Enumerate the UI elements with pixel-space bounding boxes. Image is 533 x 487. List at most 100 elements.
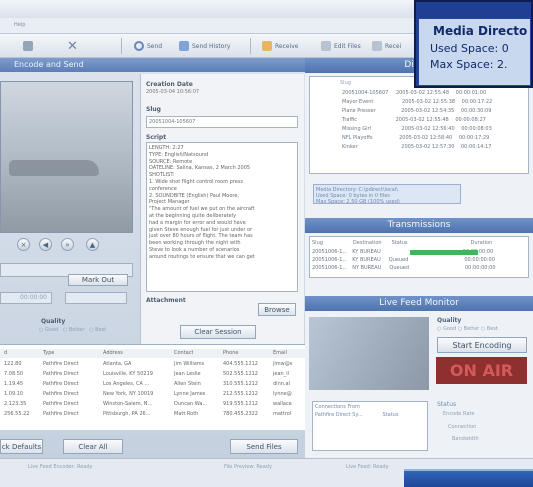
script-line: Steve to look a number of scenarios [149,246,240,253]
table-row[interactable]: 122.80 Pathfire Direct Atlanta, GA Jim Will… [0,360,305,369]
time-input-secondary[interactable] [65,292,127,304]
contacts-header-row: d Type Address Contact Phone Email [0,349,305,358]
list-item[interactable]: Traffic 2005-03-02 12:55:48 00:00:08:27 [342,116,486,124]
application-window: Help ✕ Send Send History Receive Edit Fi… [0,0,533,487]
script-line: 2. SOUNDBITE (English) Paul Moore, [149,192,240,199]
media-directory-popup: Media Directo Used Space: 0 Max Space: 2… [414,0,533,88]
send-button[interactable]: Send [134,39,162,53]
list-item[interactable]: Mayor Event 2005-03-02 12:55:38 00:00:17… [342,98,492,106]
used-space-label: Used Space: 0 [430,42,509,55]
browse-button[interactable]: Browse [258,303,296,316]
table-row[interactable]: 1.19.45 Pathfire Direct Los Angeles, CA ..… [0,380,305,389]
live-feed-quality-label: Quality [437,317,462,324]
list-item[interactable]: 20051004-105607 2005-03-02 12:55:48 00:0… [342,89,486,97]
encode-send-header: Encode and Send [0,58,305,72]
send-files-button[interactable]: Send Files [230,439,298,454]
quality-options[interactable]: ○ Good ○ Better ○ Best [39,327,106,333]
bandwidth-label: Bandwidth [452,436,479,442]
eject-icon[interactable]: ▲ [86,238,99,251]
toolbar-separator [250,38,251,54]
live-feed-header: Live Feed Monitor [305,296,533,311]
script-line: SHOTLIST: [149,172,175,179]
quality-label: Quality [41,318,66,325]
script-line: been working through the night with [149,240,241,247]
send-icon [134,41,144,51]
live-feed-status: Live Feed: Ready [346,464,389,470]
script-line: conference [149,185,177,192]
encoder-status: Live Feed Encoder: Ready [28,464,93,470]
slug-label: Slug [146,106,161,113]
send-history-button[interactable]: Send History [179,39,230,53]
media-directory-popup-body: Media Directo Used Space: 0 Max Space: 2… [418,18,531,86]
slug-input[interactable]: 20051004-105607 [146,116,298,128]
creation-date-value: 2005-03-04 10:56:07 [146,89,200,95]
attachment-label: Attachment [146,297,186,304]
list-item[interactable]: Missing Girl 2005-03-02 12:56:40 00:00:0… [342,125,492,133]
airplane-image [9,160,99,176]
play-icon[interactable]: ◀ [39,238,52,251]
list-item[interactable]: NFL Playoffs 2005-03-02 12:58:40 00:00:1… [342,134,489,142]
table-row[interactable]: 7.08.50 Pathfire Direct Louisville, KY 502… [0,370,305,379]
close-icon[interactable]: ✕ [67,39,78,54]
script-line: DATELINE: Salina, Kansas, 2 March 2005 [149,165,251,172]
connection-label: Connection [448,424,477,430]
list-item[interactable]: Kinker 2005-03-02 12:57:30 00:00:14:17 [342,143,492,151]
video-preview [0,81,133,233]
on-air-indicator: ON AIR [436,357,527,384]
mark-out-button[interactable]: Mark Out [68,274,128,286]
preview-status: File Preview: Ready [224,464,272,470]
status-label: Status [437,401,457,408]
live-feed-quality-options[interactable]: ○ Good ○ Better ○ Best [437,326,498,332]
check-defaults-button[interactable]: ck Defaults [0,439,43,454]
media-directory-info: Media Directory: C:\pdirect\local\ Used S… [313,184,461,205]
script-line: 1. Wide shot flight control room press [149,178,244,185]
script-line: SOURCE: Remote [149,158,193,165]
connections-panel: Connections From Pathfire Direct Sy... Sta… [312,401,428,451]
script-line: "The amount of fuel we put on the aircra… [149,206,255,213]
rewind-icon[interactable]: × [17,238,30,251]
receive-button[interactable]: Receive [262,39,299,53]
script-line: at the beginning quite deliberately [149,212,237,219]
transport-controls: × ◀ » ▲ [0,238,133,254]
table-row[interactable]: 20051006-1... NY BUREAU Queued 00:00:00:00 [312,264,496,272]
history-icon [179,41,189,51]
script-label: Script [146,134,167,141]
toolbar-doc-icon[interactable] [23,39,33,53]
transmissions-header-row: Slug Destination Status Duration [312,240,493,246]
script-line: had a margin for error and would have [149,219,246,226]
media-directory-title: Media Directo [433,24,528,38]
progress-bar [410,250,478,255]
clear-session-button[interactable]: Clear Session [180,325,256,339]
receive-icon [262,41,272,51]
transmissions-header: Transmissions [305,218,533,233]
table-row[interactable]: 256.55.22 Pathfire Direct Pittsburgh, PA 2… [0,410,305,419]
script-line: around routings to ensure that we can ge… [149,253,255,260]
creation-date-label: Creation Date [146,81,193,88]
receive-secondary-button[interactable]: Recei [372,39,401,53]
receive-secondary-icon [372,41,382,51]
encode-rate-label: Encode Rate [443,411,475,417]
max-space-label: Max Space: 2. [430,58,508,71]
contacts-table: d Type Address Contact Phone Email 122.80 Path… [0,344,305,430]
right-panel: Digital Slug 20051004-105607 2005-03-02 … [305,58,533,487]
script-textarea[interactable]: LENGTH: 2:27 TYPE: English/Natsound SOURCE… [146,142,298,292]
menu-help[interactable]: Help [14,22,25,28]
transmissions-table[interactable]: Slug Destination Status Duration 20051006-1… [309,236,529,278]
blue-window-corner [404,469,533,487]
list-item[interactable]: Plane Presser 2005-03-02 12:54:35 00:00:… [342,107,491,115]
time-input[interactable]: 00:00:00 [0,292,52,304]
table-row[interactable]: 2.123.35 Pathfire Direct Winston-Salem, N.… [0,400,305,409]
live-feed-video [309,317,429,390]
clear-all-button[interactable]: Clear All [63,439,123,454]
start-encoding-button[interactable]: Start Encoding [437,337,527,353]
script-line: TYPE: English/Natsound [149,151,209,158]
edit-files-button[interactable]: Edit Files [321,39,361,53]
toolbar-separator [121,38,122,54]
table-row[interactable]: 20051006-1... KY BUREAU Queued 00:00:00:00 [312,256,495,264]
forward-icon[interactable]: » [61,238,74,251]
table-row[interactable]: 1.09.10 Pathfire Direct New York, NY 10019… [0,390,305,399]
script-line: just over 80 hours of flight. The team h… [149,233,253,240]
table-row[interactable]: 20051006-1... KY BUREAU 00:00:00:00 [312,248,493,256]
file-list[interactable]: Slug 20051004-105607 2005-03-02 12:55:48… [309,76,529,174]
script-line: LENGTH: 2:27 [149,145,184,151]
